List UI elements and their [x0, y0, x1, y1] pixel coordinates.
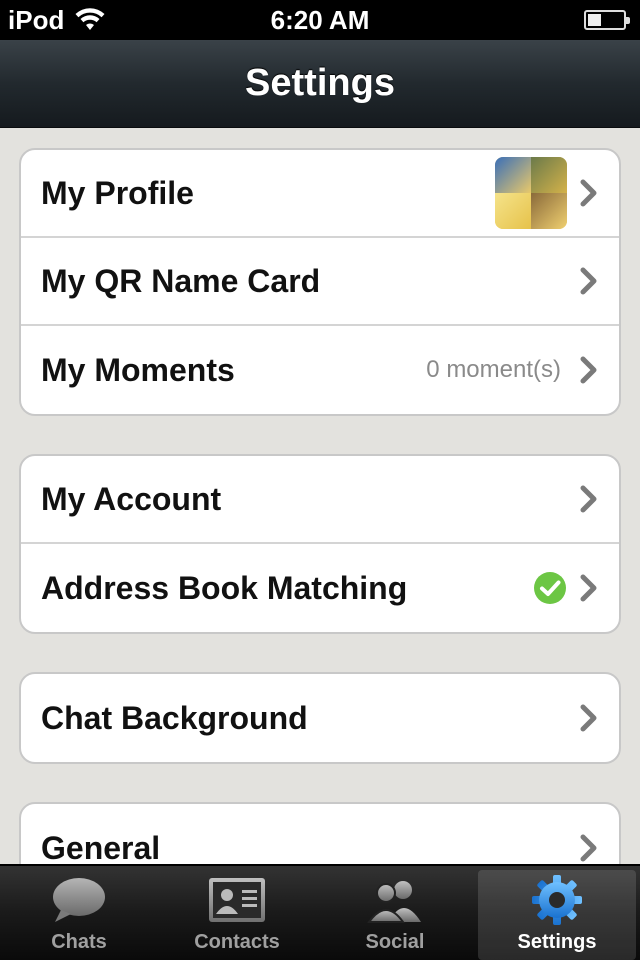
chevron-right-icon: [579, 573, 599, 603]
tab-chats[interactable]: Chats: [0, 866, 158, 960]
avatar: [495, 157, 567, 229]
chevron-right-icon: [579, 355, 599, 385]
status-right: [432, 10, 632, 30]
carrier-label: iPod: [8, 4, 65, 35]
settings-group-profile: My Profile My QR Name Card My Moments 0 …: [19, 148, 621, 416]
chevron-right-icon: [579, 178, 599, 208]
tab-bar: Chats Contacts Social Settings: [0, 864, 640, 960]
settings-list[interactable]: My Profile My QR Name Card My Moments 0 …: [0, 128, 640, 864]
row-my-profile[interactable]: My Profile: [21, 150, 619, 238]
chevron-right-icon: [579, 833, 599, 863]
row-chat-background[interactable]: Chat Background: [21, 674, 619, 762]
status-left: iPod: [8, 5, 208, 36]
tab-label: Social: [365, 931, 425, 953]
people-icon: [365, 873, 425, 927]
row-label: General: [41, 829, 161, 865]
page-title: Settings: [245, 62, 395, 104]
settings-group-general: General: [19, 802, 621, 864]
row-my-moments[interactable]: My Moments 0 moment(s): [21, 326, 619, 414]
chevron-right-icon: [579, 703, 599, 733]
battery-icon: [584, 10, 630, 30]
contact-card-icon: [207, 873, 267, 927]
tab-label: Contacts: [194, 931, 280, 953]
row-label: My Moments: [41, 351, 235, 388]
chat-bubble-icon: [49, 873, 109, 927]
status-bar: iPod 6:20 AM: [0, 0, 640, 40]
tab-label: Settings: [517, 931, 597, 953]
navigation-bar: Settings: [0, 40, 640, 128]
row-label: My QR Name Card: [41, 262, 321, 299]
tab-label: Chats: [51, 931, 107, 953]
gear-icon: [527, 873, 587, 927]
row-label: Chat Background: [41, 699, 308, 736]
row-address-book-matching[interactable]: Address Book Matching: [21, 544, 619, 632]
settings-group-account: My Account Address Book Matching: [19, 454, 621, 634]
tab-settings[interactable]: Settings: [478, 870, 636, 960]
row-label: My Account: [41, 480, 222, 517]
row-label: Address Book Matching: [41, 569, 408, 606]
check-circle-icon: [534, 572, 566, 604]
row-my-qr-name-card[interactable]: My QR Name Card: [21, 238, 619, 326]
settings-group-chat: Chat Background: [19, 672, 621, 764]
moments-count: 0 moment(s): [426, 356, 561, 383]
tab-social[interactable]: Social: [316, 866, 474, 960]
row-label: My Profile: [41, 174, 194, 211]
chevron-right-icon: [579, 266, 599, 296]
chevron-right-icon: [579, 484, 599, 514]
tab-contacts[interactable]: Contacts: [158, 866, 316, 960]
row-my-account[interactable]: My Account: [21, 456, 619, 544]
row-general[interactable]: General: [21, 804, 619, 864]
wifi-icon: [75, 8, 105, 30]
